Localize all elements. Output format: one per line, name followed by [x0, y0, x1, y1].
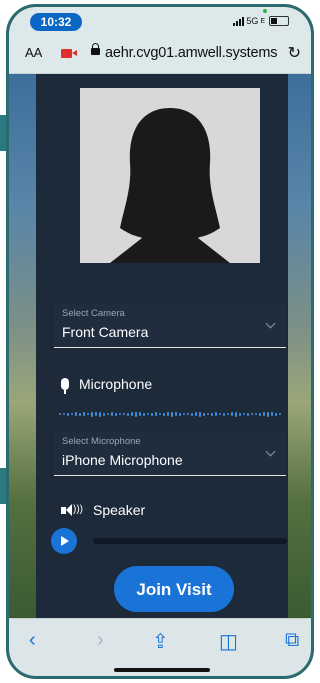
speaker-heading-label: Speaker: [93, 502, 146, 518]
microphone-select-value: iPhone Microphone: [62, 452, 183, 468]
avatar-silhouette: [110, 108, 230, 263]
reload-icon[interactable]: ↻: [288, 43, 301, 63]
chevron-down-icon: [265, 318, 276, 329]
audio-progress-track[interactable]: [93, 538, 287, 544]
camera-select-label: Select Camera: [62, 308, 125, 319]
camera-select-value: Front Camera: [62, 324, 149, 340]
phone-screen: 10:32 5G E AA aehr.cvg01.amwell.systems ↻: [0, 0, 318, 683]
microphone-select[interactable]: Select Microphone iPhone Microphone: [54, 431, 286, 476]
network-label: 5G: [246, 16, 259, 26]
speaker-icon: ))): [61, 504, 83, 516]
status-time: 10:32: [30, 13, 82, 31]
microphone-heading: Microphone: [61, 376, 153, 394]
text-size-button[interactable]: AA: [25, 45, 42, 60]
play-test-sound-button[interactable]: [51, 528, 77, 554]
bookmarks-icon[interactable]: ◫: [219, 629, 238, 654]
tabs-icon[interactable]: ⧉: [285, 629, 299, 652]
microphone-select-label: Select Microphone: [62, 436, 141, 447]
device-frame: 10:32 5G E AA aehr.cvg01.amwell.systems ↻: [6, 4, 314, 679]
address-bar: AA aehr.cvg01.amwell.systems ↻: [9, 35, 311, 74]
url-field[interactable]: aehr.cvg01.amwell.systems: [105, 45, 277, 61]
chevron-down-icon: [265, 446, 276, 457]
signal-icon: [233, 16, 245, 26]
share-icon[interactable]: ⇪: [152, 629, 169, 654]
lock-icon: [91, 43, 100, 55]
microphone-heading-label: Microphone: [79, 376, 153, 392]
network-suffix: E: [260, 17, 265, 25]
back-icon[interactable]: ‹: [29, 629, 36, 652]
privacy-indicator: [263, 9, 267, 13]
camera-select[interactable]: Select Camera Front Camera: [54, 303, 286, 348]
camera-preview: [80, 88, 260, 263]
battery-icon: [269, 16, 289, 26]
forward-icon[interactable]: ›: [97, 629, 104, 652]
status-bar: 10:32 5G E: [9, 7, 311, 35]
microphone-icon: [61, 378, 69, 394]
home-indicator[interactable]: [114, 668, 210, 672]
join-visit-button[interactable]: Join Visit: [114, 566, 234, 612]
camera-icon[interactable]: [61, 49, 77, 58]
microphone-level-meter: [59, 411, 289, 417]
speaker-heading: ))) Speaker: [61, 502, 145, 518]
status-indicators: 5G E: [233, 14, 289, 28]
